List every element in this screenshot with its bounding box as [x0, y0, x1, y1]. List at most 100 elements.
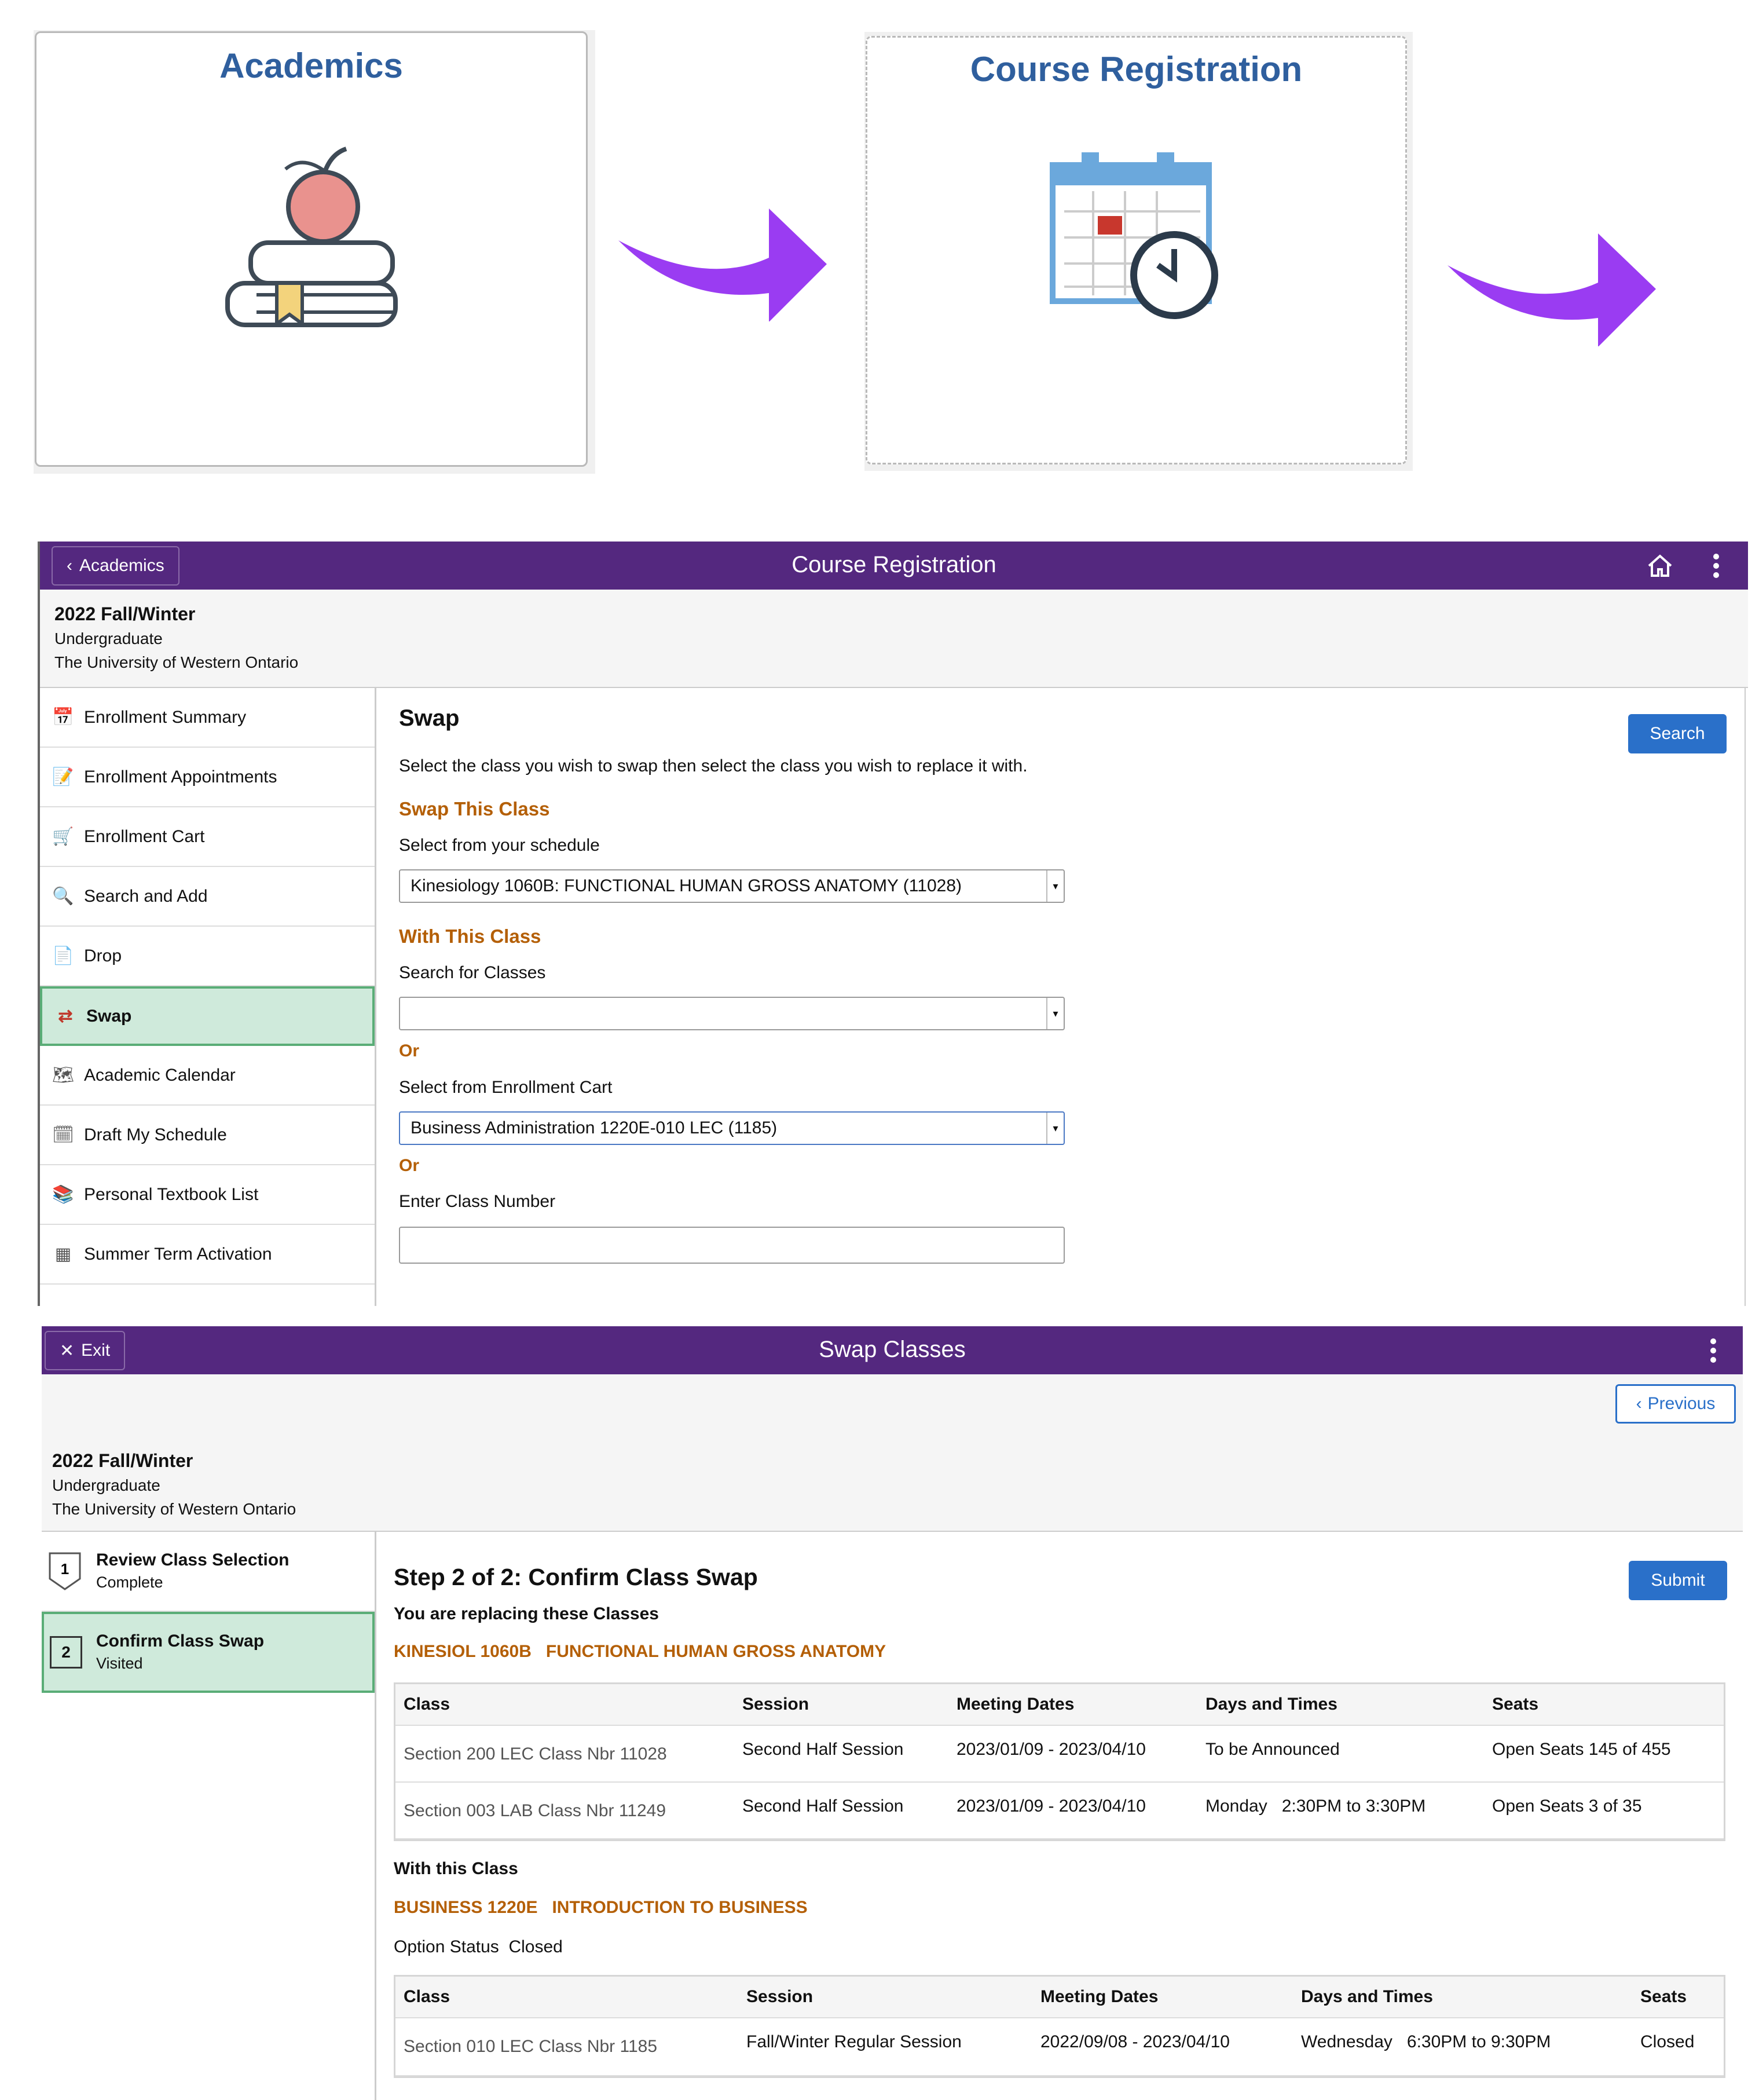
- term-name: 2022 Fall/Winter: [52, 1450, 193, 1471]
- calendar-icon: 📅: [52, 708, 74, 727]
- sidebar-item-label: Academic Calendar: [84, 1065, 236, 1085]
- academic-calendar-icon: 🗺: [52, 1066, 75, 1085]
- enrollment-cart-value: Business Administration 1220E-010 LEC (1…: [411, 1118, 778, 1137]
- swap-instructions: Select the class you wish to swap then s…: [399, 756, 1028, 775]
- sidebar-item-academic-calendar[interactable]: 🗺 Academic Calendar: [40, 1046, 375, 1106]
- column-header: Seats: [1640, 1987, 1687, 2006]
- with-course: BUSINESS 1220E INTRODUCTION TO BUSINESS: [394, 1898, 808, 1917]
- table-cell: Fall/Winter Regular Session: [746, 2032, 962, 2051]
- academics-tile-title: Academics: [219, 46, 403, 85]
- step-badge-icon: 1: [49, 1552, 81, 1590]
- table-header: Class Session Meeting Dates Days and Times S…: [395, 1977, 1724, 2018]
- step-status: Visited: [96, 1655, 143, 1672]
- with-class-table: Class Session Meeting Dates Days and Times S…: [394, 1975, 1725, 2078]
- search-classes-label: Search for Classes: [399, 963, 546, 982]
- confirm-heading: Step 2 of 2: Confirm Class Swap: [394, 1564, 758, 1590]
- sidebar-item-search-and-add[interactable]: 🔍 Search and Add: [40, 867, 375, 927]
- column-header: Session: [746, 1987, 813, 2006]
- table-cell: Closed: [1640, 2032, 1695, 2051]
- class-number-input[interactable]: [399, 1227, 1065, 1264]
- column-header: Meeting Dates: [957, 1695, 1075, 1714]
- sidebar-item-label: Swap: [86, 1006, 132, 1026]
- svg-text:1: 1: [61, 1560, 69, 1578]
- search-button[interactable]: Search: [1628, 714, 1727, 753]
- sidebar-item-enrollment-summary[interactable]: 📅 Enrollment Summary: [40, 688, 375, 748]
- column-header: Class: [404, 1987, 450, 2006]
- table-cell: Second Half Session: [742, 1740, 904, 1759]
- table-cell: 2023/01/09 - 2023/04/10: [957, 1740, 1146, 1759]
- replacing-classes-table: Class Session Meeting Dates Days and Times S…: [394, 1682, 1725, 1841]
- sidebar-item-enrollment-cart[interactable]: 🛒 Enrollment Cart: [40, 807, 375, 867]
- arrow-right-icon: [1447, 233, 1656, 346]
- cart-icon: 🛒: [52, 827, 74, 846]
- sidebar-item-label: Search and Add: [84, 886, 208, 906]
- chevron-left-icon: ‹: [1636, 1394, 1642, 1413]
- term-info: 2022 Fall/Winter Undergraduate The Unive…: [54, 601, 298, 674]
- academics-tile[interactable]: Academics: [35, 31, 588, 467]
- dropdown-caret-icon: ▾: [1046, 1113, 1064, 1144]
- schedule-icon: 🗓: [52, 1125, 75, 1144]
- table-cell[interactable]: Section 010 LEC Class Nbr 1185: [395, 2037, 738, 2057]
- column-header: Session: [742, 1695, 809, 1714]
- sidebar-item-draft-my-schedule[interactable]: 🗓 Draft My Schedule: [40, 1106, 375, 1165]
- table-cell[interactable]: Section 200 LEC Class Nbr 11028: [395, 1744, 734, 1764]
- schedule-select[interactable]: Kinesiology 1060B: FUNCTIONAL HUMAN GROS…: [399, 869, 1065, 903]
- previous-label: Previous: [1647, 1394, 1716, 1413]
- table-cell: 2023/01/09 - 2023/04/10: [957, 1797, 1146, 1816]
- replacing-course: KINESIOL 1060B FUNCTIONAL HUMAN GROSS AN…: [394, 1642, 886, 1661]
- step-item[interactable]: 2 Confirm Class Swap Visited: [42, 1612, 375, 1693]
- term-calendar-icon: ▦: [54, 1245, 72, 1264]
- home-icon[interactable]: [1647, 554, 1673, 577]
- sidebar-item-drop[interactable]: 📄 Drop: [40, 927, 375, 986]
- sidebar-item-enrollment-appointments[interactable]: 📝 Enrollment Appointments: [40, 748, 375, 807]
- table-row: Section 010 LEC Class Nbr 1185 Fall/Winte…: [395, 2018, 1724, 2076]
- step-item[interactable]: 1 Review Class Selection Complete: [42, 1532, 375, 1612]
- sidebar-item-label: Draft My Schedule: [84, 1125, 227, 1144]
- enrollment-cart-select[interactable]: Business Administration 1220E-010 LEC (1…: [399, 1111, 1065, 1145]
- option-status-label: Option Status: [394, 1937, 499, 1956]
- table-row: Section 200 LEC Class Nbr 11028 Second Ha…: [395, 1726, 1724, 1783]
- replacing-label: You are replacing these Classes: [394, 1604, 659, 1623]
- term-name: 2022 Fall/Winter: [54, 603, 196, 624]
- steps-nav: 1 Review Class Selection Complete 2 Conf…: [42, 1532, 376, 2100]
- step-title: Review Class Selection: [96, 1550, 289, 1569]
- step-status: Complete: [96, 1574, 163, 1591]
- column-header: Class: [404, 1695, 450, 1714]
- table-cell[interactable]: Section 003 LAB Class Nbr 11249: [395, 1801, 734, 1821]
- confirm-content: Step 2 of 2: Confirm Class Swap Submit Y…: [394, 1532, 1737, 2100]
- column-header: Days and Times: [1301, 1987, 1433, 2006]
- sidebar-item-personal-textbook-list[interactable]: 📚 Personal Textbook List: [40, 1165, 375, 1225]
- table-cell: Monday 2:30PM to 3:30PM: [1205, 1797, 1426, 1816]
- previous-button[interactable]: ‹ Previous: [1615, 1384, 1736, 1424]
- arrow-right-icon: [618, 208, 827, 321]
- swap-classes-header: ✕ Exit Swap Classes: [42, 1326, 1743, 1374]
- sidebar-item-summer-term-activation[interactable]: ▦ Summer Term Activation: [40, 1225, 375, 1285]
- table-cell: Open Seats 145 of 455: [1492, 1740, 1671, 1759]
- more-options-icon[interactable]: [1709, 1338, 1717, 1363]
- dropdown-caret-icon: ▾: [1046, 870, 1064, 902]
- class-number-label: Enter Class Number: [399, 1192, 556, 1211]
- table-cell: Wednesday 6:30PM to 9:30PM: [1301, 2032, 1551, 2051]
- table-cell: Open Seats 3 of 35: [1492, 1797, 1642, 1816]
- more-options-icon[interactable]: [1712, 553, 1720, 579]
- swap-this-class-heading: Swap This Class: [399, 798, 550, 819]
- swap-heading: Swap: [399, 705, 460, 731]
- course-registration-panel: ‹ Academics Course Registration 2022 Fal…: [38, 542, 1748, 1306]
- dropdown-caret-icon: ▾: [1046, 998, 1064, 1029]
- step-badge-icon: 2: [50, 1636, 82, 1669]
- select-schedule-label: Select from your schedule: [399, 836, 600, 855]
- schedule-select-value: Kinesiology 1060B: FUNCTIONAL HUMAN GROS…: [411, 876, 962, 895]
- sidebar-item-swap[interactable]: ⇄ Swap: [40, 986, 375, 1046]
- with-this-class-heading: With This Class: [399, 925, 541, 947]
- column-header: Days and Times: [1205, 1695, 1337, 1714]
- submit-button[interactable]: Submit: [1629, 1561, 1727, 1600]
- sidebar-item-label: Personal Textbook List: [84, 1184, 259, 1204]
- table-header: Class Session Meeting Dates Days and Times S…: [395, 1684, 1724, 1726]
- or-label: Or: [399, 1156, 420, 1175]
- sidebar-nav: 📅 Enrollment Summary 📝 Enrollment Appointme…: [40, 688, 376, 1306]
- sidebar-item-label: Enrollment Appointments: [84, 767, 277, 786]
- search-classes-select[interactable]: ▾: [399, 997, 1065, 1030]
- course-registration-tile[interactable]: Course Registration: [866, 36, 1407, 464]
- page-title: Course Registration: [791, 552, 996, 577]
- with-class-label: With this Class: [394, 1859, 518, 1878]
